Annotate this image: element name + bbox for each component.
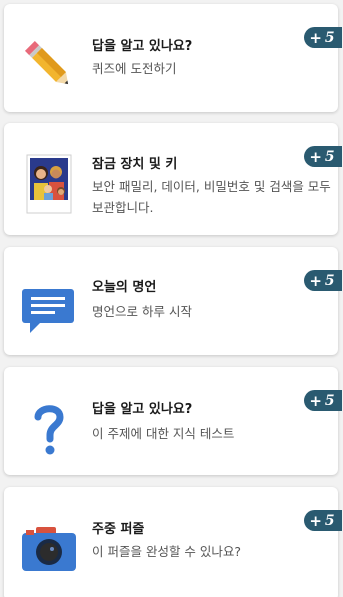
points-badge: +5 (304, 390, 342, 411)
card-title: 답을 알고 있나요? (92, 402, 193, 417)
reward-card-list: 답을 알고 있나요? 퀴즈에 도전하기 +5 잠금 장치 및 키 보안 패밀리,… (0, 0, 343, 597)
points-badge: +5 (304, 27, 342, 48)
lock-and-key-card[interactable]: 잠금 장치 및 키 보안 패밀리, 데이터, 비밀번호 및 검색을 모두 보관합… (4, 123, 342, 235)
card-description: 이 주제에 대한 지식 테스트 (92, 426, 235, 441)
points-badge: +5 (304, 270, 342, 291)
points-badge: +5 (304, 510, 342, 531)
pencil-icon (18, 34, 80, 96)
knowledge-quiz-card[interactable]: 답을 알고 있나요? 이 주제에 대한 지식 테스트 +5 (4, 367, 342, 475)
card-description: 이 퍼즐을 완성할 수 있나요? (92, 544, 242, 559)
card-title: 주중 퍼즐 (92, 522, 145, 537)
card-description: 보안 패밀리, 데이터, 비밀번호 및 검색을 모두 보관합니다. (92, 179, 331, 215)
card-title: 답을 알고 있나요? (92, 39, 193, 54)
speech-bubble-icon (18, 277, 80, 339)
card-title: 오늘의 명언 (92, 280, 157, 295)
points-badge: +5 (304, 146, 342, 167)
question-mark-icon (18, 397, 80, 459)
camera-icon (18, 517, 80, 579)
family-photo-icon (18, 153, 80, 215)
card-title: 잠금 장치 및 키 (92, 157, 178, 172)
weekly-puzzle-card[interactable]: 주중 퍼즐 이 퍼즐을 완성할 수 있나요? +5 (4, 487, 342, 597)
card-description: 명언으로 하루 시작 (92, 304, 192, 319)
quiz-card[interactable]: 답을 알고 있나요? 퀴즈에 도전하기 +5 (4, 4, 342, 112)
card-description: 퀴즈에 도전하기 (92, 61, 177, 76)
quote-of-the-day-card[interactable]: 오늘의 명언 명언으로 하루 시작 +5 (4, 247, 342, 355)
